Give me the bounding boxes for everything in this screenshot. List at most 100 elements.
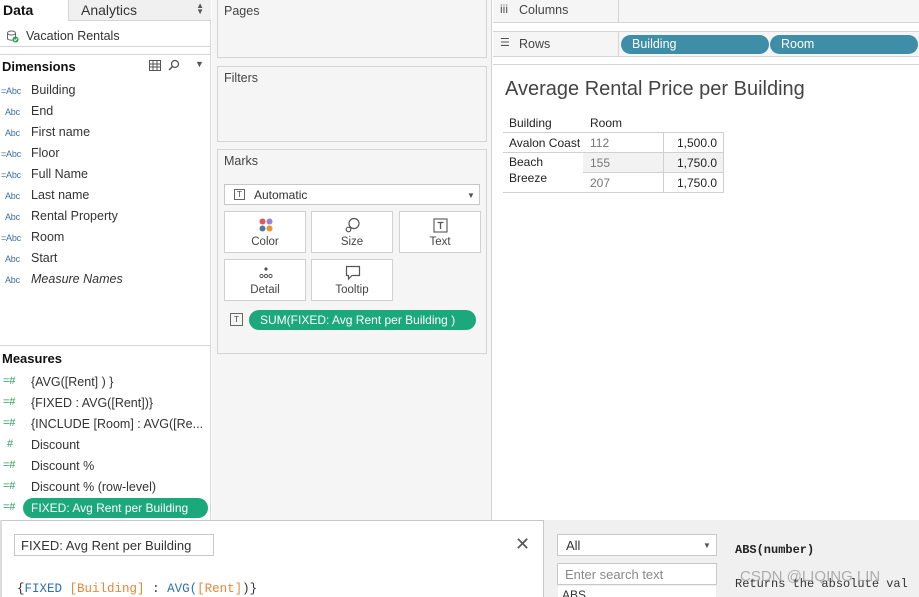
tooltip-button[interactable]: Tooltip	[311, 259, 393, 301]
detail-button-label: Detail	[250, 284, 280, 296]
watermark: CSDN @LIQING LIN	[740, 568, 881, 585]
table-divider	[503, 132, 724, 133]
string-type-icon: =Abc	[1, 170, 21, 180]
columns-icon: iii	[500, 2, 508, 16]
search-icon[interactable]	[168, 59, 180, 71]
chevron-down-icon[interactable]: ▼	[195, 59, 204, 69]
selected-measure-pill[interactable]: FIXED: Avg Rent per Building	[23, 498, 208, 518]
field-name: Discount	[31, 438, 80, 452]
field-row-dimension[interactable]: =Abc Full Name	[0, 164, 210, 185]
text-mark-icon[interactable]: T	[230, 313, 243, 326]
formula-function: AVG(	[167, 582, 198, 596]
cell-room[interactable]: 112	[590, 136, 609, 150]
cell-building-line1[interactable]: Beach	[509, 155, 543, 169]
cell-value[interactable]: 1,500.0	[677, 136, 717, 150]
number-type-icon: =#	[3, 417, 16, 429]
columns-label: Columns	[519, 3, 569, 17]
view-data-icon[interactable]	[149, 60, 161, 71]
text-icon	[433, 218, 448, 233]
number-type-icon: =#	[3, 375, 16, 387]
field-row-dimension[interactable]: Abc Start	[0, 248, 210, 269]
table-divider	[503, 192, 724, 193]
pages-title: Pages	[224, 4, 260, 18]
formula-brace: {	[17, 582, 25, 596]
field-row-dimension[interactable]: Abc Rental Property	[0, 206, 210, 227]
field-row-dimension[interactable]: =Abc Floor	[0, 143, 210, 164]
field-name: {AVG([Rent] ) }	[31, 375, 114, 389]
text-button[interactable]: Text	[399, 211, 481, 253]
string-type-icon: =Abc	[1, 149, 21, 159]
function-search-input[interactable]	[557, 563, 717, 585]
field-row-measure[interactable]: =# {INCLUDE [Room] : AVG([Re...	[0, 414, 210, 435]
datasource-row[interactable]: Vacation Rentals	[0, 25, 210, 47]
detail-button[interactable]: Detail	[224, 259, 306, 301]
size-button[interactable]: Size	[311, 211, 393, 253]
cell-building-line2[interactable]: Breeze	[509, 171, 547, 185]
header-room: Room	[590, 116, 623, 130]
mark-type-label: Automatic	[254, 188, 308, 202]
field-name: Building	[31, 83, 76, 97]
function-list-item-label: ABS	[562, 588, 587, 597]
field-row-dimension[interactable]: =Abc Building	[0, 80, 210, 101]
close-icon[interactable]: ✕	[515, 535, 530, 553]
cell-room[interactable]: 155	[590, 156, 610, 170]
cell-room[interactable]: 207	[590, 176, 610, 190]
rows-label-box: ☰ Rows	[493, 32, 619, 56]
color-dots-icon	[259, 218, 273, 232]
worksheet-title: Average Rental Price per Building	[505, 78, 805, 100]
mark-type-dropdown[interactable]: T Automatic ▼	[224, 184, 480, 205]
cell-building[interactable]: Avalon Coast	[509, 136, 580, 150]
editor-border	[0, 520, 2, 597]
field-row-dimension[interactable]: Abc Measure Names	[0, 269, 210, 290]
field-row-measure[interactable]: =# {FIXED : AVG([Rent])}	[0, 393, 210, 414]
string-type-icon: =Abc	[1, 233, 21, 243]
columns-shelf[interactable]: iii Columns	[493, 0, 919, 23]
field-name: Measure Names	[31, 272, 123, 286]
table-divider	[583, 172, 724, 173]
filters-card[interactable]: Filters	[217, 66, 487, 142]
tooltip-button-label: Tooltip	[335, 284, 369, 296]
calc-name-input[interactable]	[14, 534, 214, 556]
rows-pill-room[interactable]: Room	[770, 35, 918, 54]
rows-pill-building[interactable]: Building	[621, 35, 769, 54]
calc-formula[interactable]: {FIXED [Building] : AVG([Rent])}	[17, 582, 257, 596]
field-row-measure[interactable]: =# Discount %	[0, 456, 210, 477]
color-button[interactable]: Color	[224, 211, 306, 253]
tab-analytics-label: Analytics	[81, 2, 138, 18]
string-type-icon: Abc	[5, 212, 20, 222]
text-mark-icon: T	[234, 189, 245, 200]
cell-value[interactable]: 1,750.0	[677, 176, 717, 190]
formula-keyword: FIXED	[24, 582, 63, 596]
field-row-dimension[interactable]: Abc Last name	[0, 185, 210, 206]
field-row-measure[interactable]: =# Discount % (row-level)	[0, 477, 210, 498]
field-row-measure[interactable]: # Discount	[0, 435, 210, 456]
mark-field-pill[interactable]: SUM(FIXED: Avg Rent per Building )	[249, 310, 476, 330]
table-divider	[503, 152, 583, 153]
tab-data[interactable]: Data	[0, 0, 68, 21]
function-category-dropdown[interactable]: All ▼	[557, 534, 717, 556]
rows-label: Rows	[519, 37, 551, 51]
field-row-dimension[interactable]: =Abc Room	[0, 227, 210, 248]
chevron-down-icon: ▼	[467, 191, 475, 200]
field-name: Full Name	[31, 167, 88, 181]
field-row-measure[interactable]: =# {AVG([Rent] ) }	[0, 372, 210, 393]
string-type-icon: Abc	[5, 254, 20, 264]
tooltip-icon	[345, 265, 361, 281]
text-button-label: Text	[429, 236, 451, 248]
rows-shelf[interactable]: ☰ Rows Building Room	[493, 31, 919, 57]
formula-colon: :	[152, 582, 160, 596]
field-row-dimension[interactable]: Abc End	[0, 101, 210, 122]
datasource-name: Vacation Rentals	[26, 29, 120, 43]
size-button-label: Size	[340, 236, 364, 248]
pages-card[interactable]: Pages	[217, 0, 487, 58]
marks-title: Marks	[224, 154, 259, 168]
tab-analytics[interactable]: Analytics ▲ ▼	[68, 0, 211, 21]
cell-value[interactable]: 1,750.0	[677, 156, 717, 170]
field-name: Start	[31, 251, 58, 265]
field-name: Discount % (row-level)	[31, 480, 157, 494]
field-row-dimension[interactable]: Abc First name	[0, 122, 210, 143]
function-list-item[interactable]: ABS	[558, 586, 716, 597]
field-name: Last name	[31, 188, 90, 202]
string-type-icon: Abc	[5, 275, 20, 285]
up-down-arrow-icon[interactable]: ▲ ▼	[196, 2, 204, 16]
